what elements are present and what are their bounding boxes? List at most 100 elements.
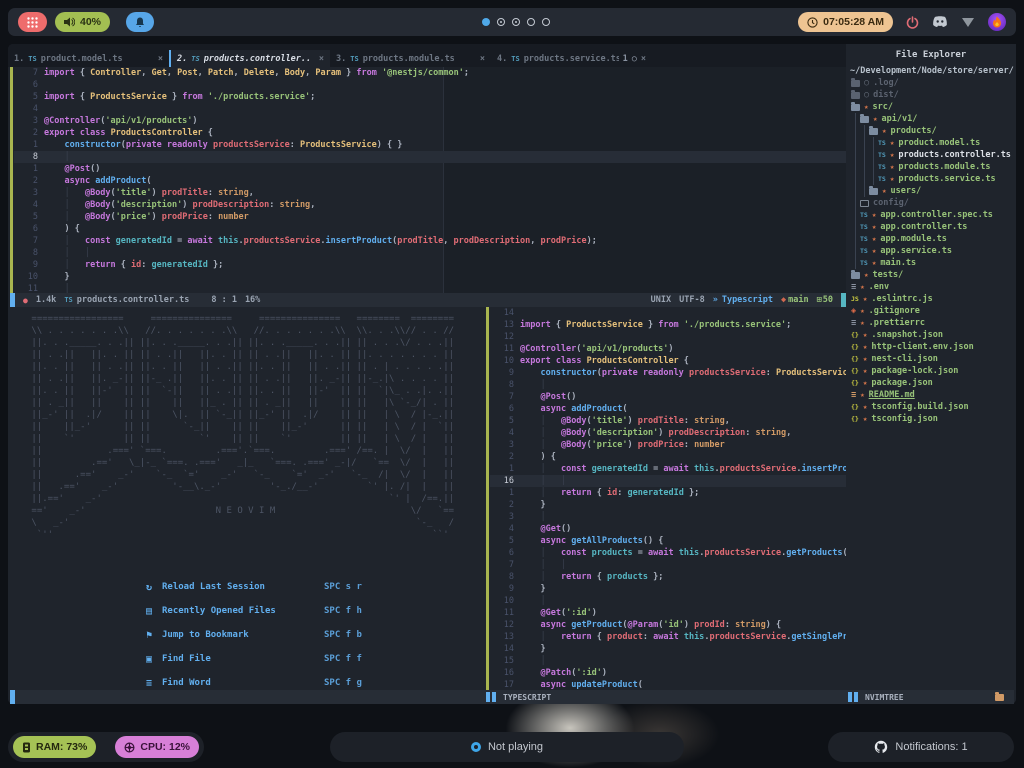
editor-top[interactable]: 7 import { Controller, Get, Post, Patch, …	[10, 67, 846, 293]
user-avatar[interactable]	[988, 13, 1006, 31]
ts-file-icon: TS	[64, 296, 73, 304]
line-number: 2	[508, 452, 514, 462]
file-tree-item[interactable]: ≡ ★ README.md	[846, 389, 1016, 401]
file-tree-item[interactable]: ≡ ★ .env	[846, 281, 1016, 293]
file-tree-item[interactable]: TS ★ main.ts	[846, 257, 1016, 269]
tab-close-icon[interactable]: ×	[158, 54, 163, 64]
tab[interactable]: 3. TS products.module.ts ×	[330, 50, 491, 67]
file-tree-item[interactable]: ★ users/	[846, 185, 1016, 197]
file-tree-item[interactable]: ○ .log/	[846, 77, 1016, 89]
file-tree-item[interactable]: ◈ ★ .gitignore	[846, 305, 1016, 317]
code-text: }	[520, 644, 546, 654]
file-tree-item[interactable]: TS ★ product.model.ts	[846, 137, 1016, 149]
file-tree-item[interactable]: ≡ ★ .prettierrc	[846, 317, 1016, 329]
media-widget[interactable]: Not playing	[330, 732, 684, 762]
line-number: 7	[32, 236, 38, 246]
ts-file-icon: TS	[878, 175, 886, 183]
file-tree-item[interactable]: TS ★ app.controller.spec.ts	[846, 209, 1016, 221]
code-line: 1 @Post()	[14, 163, 846, 175]
file-tree-item[interactable]: config/	[846, 197, 1016, 209]
editor-bottom[interactable]: 14 13 import { ProductsService } from './p…	[486, 307, 846, 690]
file-tree-item[interactable]: TS ★ products.controller.ts	[846, 149, 1016, 161]
line-number: 1	[32, 164, 38, 174]
file-tree-item[interactable]: TS ★ app.controller.ts	[846, 221, 1016, 233]
code-line: 6 async addProduct(	[490, 403, 846, 415]
tab[interactable]: 2. TS products.controller.. ×	[169, 50, 330, 67]
discord-icon[interactable]	[932, 16, 948, 28]
tab[interactable]: 1. TS product.model.ts ×	[8, 50, 169, 67]
file-name: package-lock.json	[871, 366, 959, 376]
volume-level: 40%	[80, 16, 102, 28]
menu-label: Recently Opened Files	[162, 606, 276, 616]
file-tree-item[interactable]: ★ api/v1/	[846, 113, 1016, 125]
code-text: │ @Body('price') prodPrice: number	[44, 212, 249, 222]
file-tree-item[interactable]: TS ★ app.service.ts	[846, 245, 1016, 257]
workspace-dot-busy[interactable]	[497, 18, 505, 26]
code-text: │ return { products };	[520, 572, 664, 582]
dashboard-menu-item[interactable]: ⚑ Jump to Bookmark SPC f b	[10, 623, 484, 647]
file-tree-item[interactable]: ○ dist/	[846, 89, 1016, 101]
line-number: 12	[503, 332, 514, 342]
wifi-icon[interactable]	[961, 17, 975, 28]
code-line: 7 @Post()	[490, 391, 846, 403]
app-grid-button[interactable]	[18, 12, 47, 32]
line-number: 10	[503, 596, 514, 606]
file-tree-item[interactable]: ★ products/	[846, 125, 1016, 137]
file-tree-item[interactable]: {} ★ nest-cli.json	[846, 353, 1016, 365]
dashboard-menu-item[interactable]: ▣ Find File SPC f f	[10, 647, 484, 671]
bookmark-star-icon: ★	[860, 306, 865, 315]
code-text: │ │	[520, 560, 567, 570]
file-tree-item[interactable]: JS ★ .eslintrc.js	[846, 293, 1016, 305]
tab-close-icon[interactable]: ×	[480, 54, 485, 64]
tab-close-icon[interactable]: ×	[319, 54, 324, 64]
tab[interactable]: 4. TS products.service.ts 1 ○ ×	[491, 50, 652, 67]
workspace-dot-empty[interactable]	[527, 18, 535, 26]
notifications-widget[interactable]: Notifications: 1	[828, 732, 1014, 762]
code-text: │ @Body('price') prodPrice: number	[520, 440, 725, 450]
file-tree-item[interactable]: {} ★ tsconfig.build.json	[846, 401, 1016, 413]
mode-block	[10, 690, 15, 704]
file-tree-item[interactable]: {} ★ package-lock.json	[846, 365, 1016, 377]
notification-bell-button[interactable]	[126, 12, 155, 32]
bookmark-star-icon: ★	[889, 162, 895, 171]
line-number: 16	[503, 476, 514, 486]
file-tree-item[interactable]: TS ★ products.service.ts	[846, 173, 1016, 185]
line-ending: UNIX	[650, 295, 672, 305]
workspace-dot-active[interactable]	[482, 18, 490, 26]
ram-widget[interactable]: RAM: 73%	[13, 736, 97, 758]
bookmark-star-icon: ★	[871, 222, 877, 231]
code-line: 12	[490, 331, 846, 343]
ts-file-icon: TS	[860, 223, 868, 231]
cpu-widget[interactable]: CPU: 12%	[115, 736, 199, 758]
code-text: ) {	[520, 452, 556, 462]
dashboard-menu-item[interactable]: ▤ Recently Opened Files SPC f h	[10, 599, 484, 623]
file-tree-item[interactable]: {} ★ package.json	[846, 377, 1016, 389]
file-tree-item[interactable]: {} ★ tsconfig.json	[846, 413, 1016, 425]
file-tree-item[interactable]: ★ tests/	[846, 269, 1016, 281]
file-tree-item[interactable]: {} ★ http-client.env.json	[846, 341, 1016, 353]
menu-label: Find File	[162, 654, 211, 664]
file-tree-item[interactable]: ★ src/	[846, 101, 1016, 113]
power-icon[interactable]	[906, 15, 919, 29]
git-file-icon: ◈	[851, 306, 857, 316]
tab-close-icon[interactable]: ×	[641, 54, 646, 64]
menu-shortcut: SPC f h	[324, 606, 362, 616]
code-text: async addProduct(	[540, 404, 628, 414]
git-branch: main	[788, 295, 809, 305]
line-number: 6	[32, 80, 38, 90]
volume-widget[interactable]: 40%	[55, 12, 111, 32]
dashboard-menu-item[interactable]: ≡ Find Word SPC f g	[10, 671, 484, 690]
workspace-dot-busy[interactable]	[512, 18, 520, 26]
folder-icon	[851, 77, 860, 87]
code-text: import { ProductsService } from './produ…	[520, 320, 792, 330]
file-tree-item[interactable]: TS ★ products.module.ts	[846, 161, 1016, 173]
git-ignored-icon: ○	[864, 78, 870, 88]
file-tree-item[interactable]: TS ★ app.module.ts	[846, 233, 1016, 245]
speaker-icon	[64, 17, 75, 27]
clock-widget[interactable]: 07:05:28 AM	[798, 12, 893, 32]
workspace-dot-empty[interactable]	[542, 18, 550, 26]
bookmark-star-icon: ★	[862, 330, 868, 339]
file-tree-item[interactable]: {} ★ .snapshot.json	[846, 329, 1016, 341]
dashboard-menu-item[interactable]: ↻ Reload Last Session SPC s r	[10, 575, 484, 599]
code-line: 5 │ @Body('title') prodTitle: string,	[490, 415, 846, 427]
